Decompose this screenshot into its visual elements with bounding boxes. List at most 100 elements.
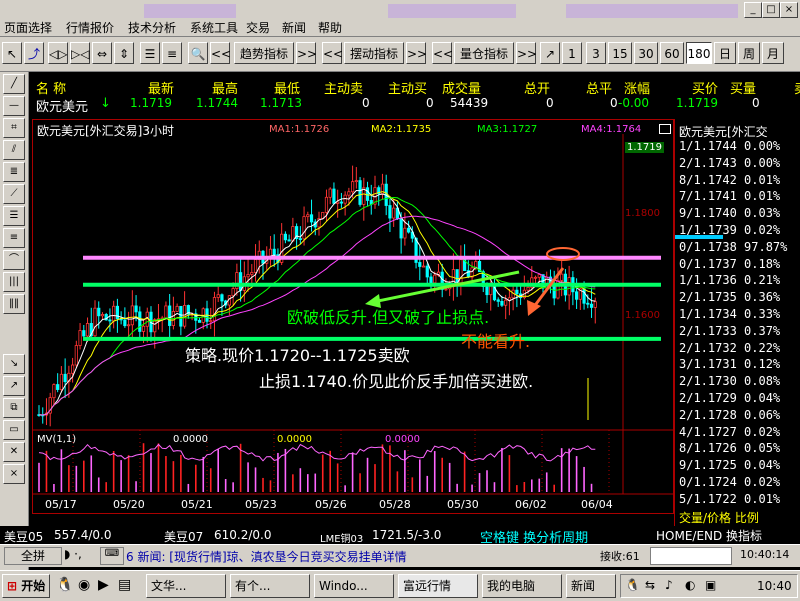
mv-line [38, 443, 596, 462]
candle-body [496, 299, 500, 302]
candle-body [575, 291, 579, 300]
period-30[interactable]: 30 [634, 42, 658, 64]
progress-box [650, 547, 732, 565]
zoom-icon[interactable]: 🔍 [188, 42, 208, 64]
levels-draw-icon[interactable]: ☰ [3, 206, 25, 226]
text-draw-icon[interactable]: ▭ [3, 420, 25, 440]
media-icon[interactable]: ▶ [98, 577, 109, 593]
col-bid: 买价 [692, 82, 719, 97]
col-ask: 卖 [794, 78, 800, 97]
next-indicator-button[interactable]: >> [296, 42, 317, 64]
shrink-icon[interactable]: ▷◁ [70, 42, 90, 64]
cursor-tool-icon[interactable]: ↖ [2, 42, 22, 64]
candle-body [560, 273, 564, 281]
period-1[interactable]: 1 [562, 42, 582, 64]
period-3[interactable]: 3 [586, 42, 606, 64]
tray-volume-icon[interactable]: ♪ [665, 578, 673, 592]
task-windows[interactable]: Windo... [314, 574, 394, 598]
chart-box-icon[interactable] [659, 124, 671, 134]
menu-news[interactable]: 新闻 [282, 19, 306, 36]
hline-draw-icon[interactable]: — [3, 96, 25, 116]
minimize-button[interactable]: _ [744, 2, 762, 18]
ma4-label: MA4:1.1764 [581, 124, 642, 135]
depth-highlight [675, 235, 723, 239]
candle-body [246, 274, 250, 278]
candle-body [504, 299, 508, 306]
news-ticker[interactable]: 6 新闻: [现货行情]琼、滇农垦今日竞买交易挂单详情 [126, 548, 407, 565]
desktop-icon[interactable]: ▤ [118, 577, 131, 593]
menu-tech-analysis[interactable]: 技术分析 [128, 19, 176, 36]
chart-panel[interactable]: 欧元美元[外汇交易]3小时 MA1:1.1726 MA2:1.1735 MA3:… [32, 119, 674, 514]
menu-trade[interactable]: 交易 [246, 19, 270, 36]
copy-icon[interactable]: ⧉ [3, 398, 25, 418]
compress-icon[interactable]: ⇔ [92, 42, 112, 64]
menu-help[interactable]: 帮助 [318, 19, 342, 36]
depth-row: 2/1.1733 0.37% [679, 323, 781, 338]
candle-body [582, 288, 586, 304]
menu-page-select[interactable]: 页面选择 [4, 19, 52, 36]
delete-icon[interactable]: ✕ [3, 442, 25, 462]
scroll-left-icon[interactable]: ◁▷ [48, 42, 68, 64]
trend-indicator-button[interactable]: 趋势指标 [234, 42, 294, 64]
tray-qq-icon[interactable]: 🐧 [625, 578, 640, 592]
period-week[interactable]: 周 [738, 42, 760, 64]
task-news[interactable]: 新闻 [566, 574, 616, 598]
tray-app-icon[interactable]: ▣ [705, 578, 716, 592]
x-label: 05/21 [181, 498, 213, 511]
chart-mode-icon[interactable]: ↗ [540, 42, 560, 64]
channel-draw-icon[interactable]: ⫽ [3, 140, 25, 160]
period-month[interactable]: 月 [762, 42, 784, 64]
prev-volume-button[interactable]: << [432, 42, 453, 64]
start-button[interactable]: ⊞ 开始 [2, 574, 50, 598]
menu-system-tools[interactable]: 系统工具 [190, 19, 238, 36]
quote-name[interactable]: 欧元美元 [36, 96, 88, 115]
expand-icon[interactable]: ⇕ [114, 42, 134, 64]
swing-indicator-button[interactable]: 摆动指标 [344, 42, 404, 64]
fib-draw-icon[interactable]: ≣ [3, 162, 25, 182]
task-fuyuan[interactable]: 富远行情 [398, 574, 478, 598]
period-15[interactable]: 15 [608, 42, 632, 64]
quote-high: 1.1744 [196, 96, 238, 110]
candle-body [586, 302, 590, 305]
tray-clock[interactable]: 10:40 [757, 579, 792, 593]
ime-keyboard-icon[interactable]: ⌨ [100, 547, 124, 565]
line-draw-icon[interactable]: ╱ [3, 74, 25, 94]
ime-punct-icon[interactable]: ◗ ·, [64, 547, 82, 561]
period-60[interactable]: 60 [660, 42, 684, 64]
candle-body [392, 207, 396, 219]
task-yougè[interactable]: 有个... [230, 574, 310, 598]
grid-icon[interactable]: ☰ [140, 42, 160, 64]
next-swing-button[interactable]: >> [406, 42, 427, 64]
time-zone-icon[interactable]: ‖‖ [3, 294, 25, 314]
arc-draw-icon[interactable]: ⌒ [3, 250, 25, 270]
x-label: 05/20 [113, 498, 145, 511]
tray-network-icon[interactable]: ⇆ [645, 578, 655, 592]
task-wenhua[interactable]: 文华... [146, 574, 226, 598]
percent-draw-icon[interactable]: ≡ [3, 228, 25, 248]
cycle-draw-icon[interactable]: ||| [3, 272, 25, 292]
qq-icon[interactable]: 🐧 [56, 577, 73, 593]
task-mycomputer[interactable]: 我的电脑 [482, 574, 562, 598]
candle-body [593, 301, 597, 308]
tray-ime-icon[interactable]: ◐ [685, 578, 695, 592]
prev-swing-button[interactable]: << [322, 42, 343, 64]
box-draw-icon[interactable]: ⌗ [3, 118, 25, 138]
arrow-up-draw-icon[interactable]: ↗ [3, 376, 25, 396]
close-button[interactable]: × [780, 2, 798, 18]
candle-body [197, 319, 202, 323]
maximize-button[interactable]: □ [762, 2, 780, 18]
arrow-draw-icon[interactable]: ↘ [3, 354, 25, 374]
period-day[interactable]: 日 [714, 42, 736, 64]
next-volume-button[interactable]: >> [516, 42, 537, 64]
ie-icon[interactable]: ◉ [78, 577, 90, 593]
volume-indicator-button[interactable]: 量仓指标 [454, 42, 514, 64]
gann-draw-icon[interactable]: ⟋ [3, 184, 25, 204]
line-tool-icon[interactable]: ⤴ [24, 42, 44, 64]
prev-indicator-button[interactable]: << [210, 42, 231, 64]
close-draw-icon[interactable]: × [3, 464, 25, 484]
period-180[interactable]: 180 [686, 42, 712, 64]
menu-quotes[interactable]: 行情报价 [66, 19, 114, 36]
layout-icon[interactable]: ≡ [162, 42, 182, 64]
news-bar: 全拼 ◗ ·, ⌨ 6 新闻: [现货行情]琼、滇农垦今日竞买交易挂单详情 接收… [0, 544, 800, 567]
ime-fullscreen-button[interactable]: 全拼 [4, 547, 62, 565]
